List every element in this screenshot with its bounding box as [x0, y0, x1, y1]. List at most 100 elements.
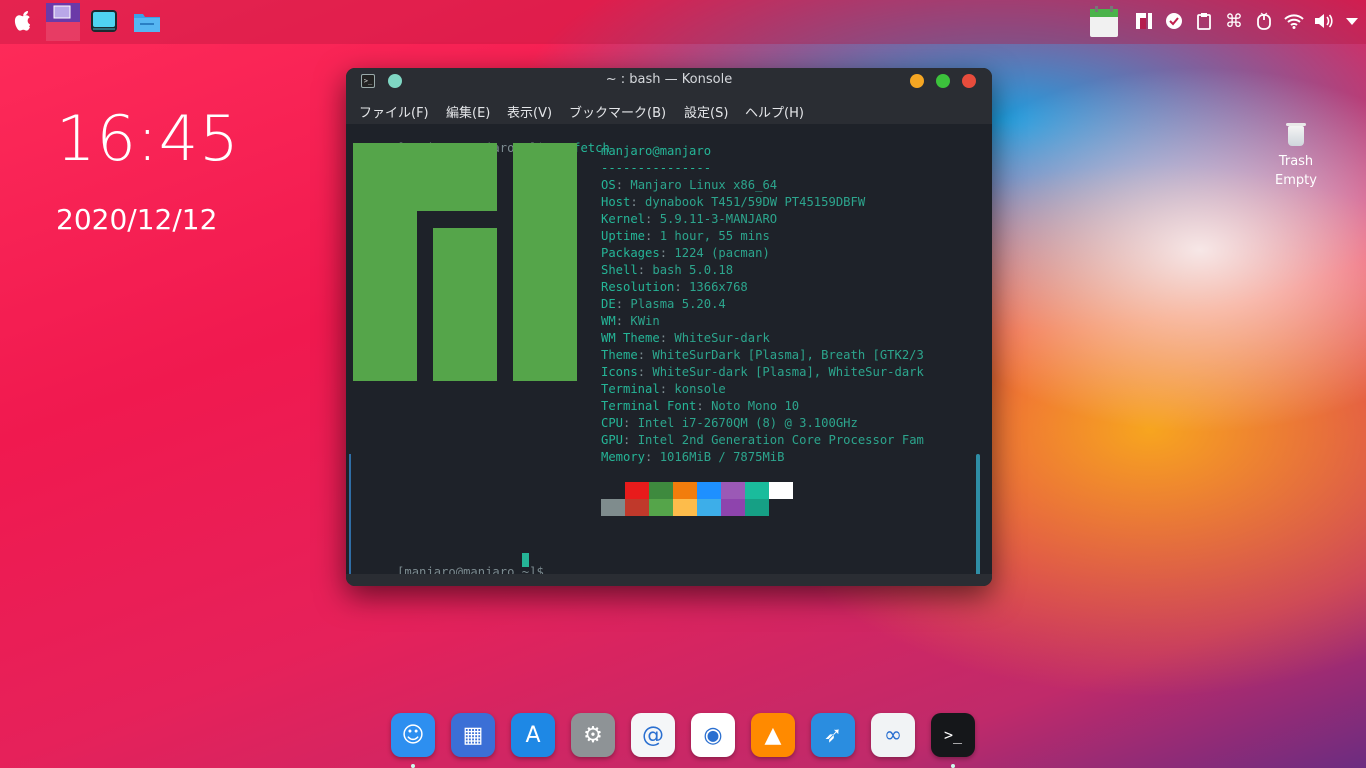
info-value: Manjaro Linux x86_64 [630, 178, 778, 192]
color-swatch [745, 482, 769, 499]
wifi-icon[interactable] [1283, 10, 1305, 32]
info-key: Memory [601, 450, 646, 464]
dock-item-preview[interactable]: ∞ [871, 713, 915, 757]
dock-item-launchpad[interactable]: ▦ [451, 713, 495, 757]
workspace-pager-icon[interactable] [46, 3, 80, 41]
dock-item-app-store[interactable]: A [511, 713, 555, 757]
color-swatch [673, 482, 697, 499]
system-info-line: CPU: Intel i7-2670QM (8) @ 3.100GHz [601, 416, 858, 430]
desktop-clock-date: 2020/12/12 [56, 203, 218, 236]
system-info-line: Theme: WhiteSurDark [Plasma], Breath [GT… [601, 348, 924, 362]
system-info-line: Icons: WhiteSur-dark [Plasma], WhiteSur-… [601, 365, 924, 379]
menu-view[interactable]: 表示(V) [507, 102, 552, 121]
info-value: Intel i7-2670QM (8) @ 3.100GHz [637, 416, 858, 430]
mouse-icon[interactable] [1253, 10, 1275, 32]
trash-desktop-item[interactable]: Trash Empty [1266, 123, 1326, 190]
info-colon: : [659, 382, 675, 396]
info-colon: : [696, 399, 712, 413]
calendar-icon[interactable] [1089, 6, 1119, 38]
info-colon: : [637, 365, 653, 379]
menu-bookmarks[interactable]: ブックマーク(B) [569, 102, 666, 121]
minimize-button[interactable] [910, 74, 924, 88]
dock: ☺ ▦ A ⚙ @ ◉ ▲ ➶ ∞ >_ [384, 708, 984, 768]
system-info-line: Packages: 1224 (pacman) [601, 246, 770, 260]
info-key: Packages [601, 246, 660, 260]
clipboard-icon[interactable] [1193, 10, 1215, 32]
color-swatch [625, 499, 649, 516]
check-circle-icon[interactable] [1163, 10, 1185, 32]
command-icon[interactable]: ⌘ [1223, 10, 1245, 32]
info-key: CPU [601, 416, 624, 430]
info-key: Terminal [601, 382, 660, 396]
trash-status: Empty [1275, 173, 1317, 188]
info-colon: : [637, 348, 653, 362]
color-swatch [721, 482, 745, 499]
info-key: WM Theme [601, 331, 660, 345]
color-swatch [769, 482, 793, 499]
system-info-line: Uptime: 1 hour, 55 mins [601, 229, 770, 243]
color-swatch [745, 499, 769, 516]
info-key: Theme [601, 348, 638, 362]
info-colon: : [637, 263, 653, 277]
system-info-line: Terminal: konsole [601, 382, 726, 396]
close-button[interactable] [962, 74, 976, 88]
system-info-line: Resolution: 1366x768 [601, 280, 748, 294]
info-value: Plasma 5.20.4 [630, 297, 726, 311]
manjaro-icon[interactable] [1133, 10, 1155, 32]
running-indicator [411, 764, 415, 768]
preview-icon: ∞ [883, 722, 903, 748]
dock-item-swift[interactable]: ➶ [811, 713, 855, 757]
dock-item-firefox[interactable]: ◉ [691, 713, 735, 757]
info-colon: : [623, 433, 638, 447]
info-value: 1 hour, 55 mins [659, 229, 770, 243]
info-colon: : [645, 229, 660, 243]
apple-icon[interactable] [8, 7, 38, 37]
info-key: Kernel [601, 212, 646, 226]
system-info-line: WM: KWin [601, 314, 660, 328]
volume-icon[interactable] [1313, 10, 1335, 32]
system-info-line: Terminal Font: Noto Mono 10 [601, 399, 799, 413]
info-key: Icons [601, 365, 638, 379]
info-colon: : [630, 195, 646, 209]
maximize-button[interactable] [936, 74, 950, 88]
system-info-line: Shell: bash 5.0.18 [601, 263, 733, 277]
color-swatch [601, 499, 625, 516]
color-swatch [649, 499, 673, 516]
konsole-window[interactable]: >_ ~ : bash — Konsole ファイル(F) 編集(E) 表示(V… [346, 68, 992, 586]
info-value: 1016MiB / 7875MiB [659, 450, 785, 464]
terminal-area[interactable]: [manjaro@manjaro ~]$ neofetch manjaro@ma… [346, 124, 992, 586]
info-key: OS [601, 178, 616, 192]
system-info-line: Memory: 1016MiB / 7875MiB [601, 450, 784, 464]
info-value: Intel 2nd Generation Core Processor Fam [637, 433, 924, 447]
color-swatch [673, 499, 697, 516]
info-key: GPU [601, 433, 624, 447]
dock-item-mail[interactable]: @ [631, 713, 675, 757]
menu-file[interactable]: ファイル(F) [359, 102, 429, 121]
system-info-line: WM Theme: WhiteSur-dark [601, 331, 770, 345]
tv-app-icon[interactable] [89, 7, 119, 37]
color-swatch [721, 499, 745, 516]
system-info-line: GPU: Intel 2nd Generation Core Processor… [601, 433, 924, 447]
menu-help[interactable]: ヘルプ(H) [745, 102, 804, 121]
info-key: DE [601, 297, 616, 311]
menu-edit[interactable]: 編集(E) [446, 102, 490, 121]
chevron-down-icon[interactable] [1341, 10, 1363, 32]
info-key: WM [601, 314, 616, 328]
launchpad-icon: ▦ [462, 722, 484, 748]
menu-settings[interactable]: 設定(S) [684, 102, 728, 121]
files-folder-icon[interactable] [132, 7, 162, 37]
color-swatch [769, 499, 793, 516]
scrollbar[interactable] [976, 454, 980, 586]
window-titlebar[interactable]: >_ ~ : bash — Konsole [346, 68, 992, 94]
dock-item-finder[interactable]: ☺ [391, 713, 435, 757]
dock-item-system-settings[interactable]: ⚙ [571, 713, 615, 757]
dock-item-vlc[interactable]: ▲ [751, 713, 795, 757]
color-swatch [697, 482, 721, 499]
info-colon: : [645, 450, 660, 464]
system-info-line: Kernel: 5.9.11-3-MANJARO [601, 212, 777, 226]
desktop-clock-time: 16:45 [56, 102, 240, 175]
info-value: WhiteSur-dark [674, 331, 770, 345]
dock-item-terminal[interactable]: >_ [931, 713, 975, 757]
info-value: dynabook T451/59DW PT45159DBFW [645, 195, 866, 209]
color-swatch [697, 499, 721, 516]
